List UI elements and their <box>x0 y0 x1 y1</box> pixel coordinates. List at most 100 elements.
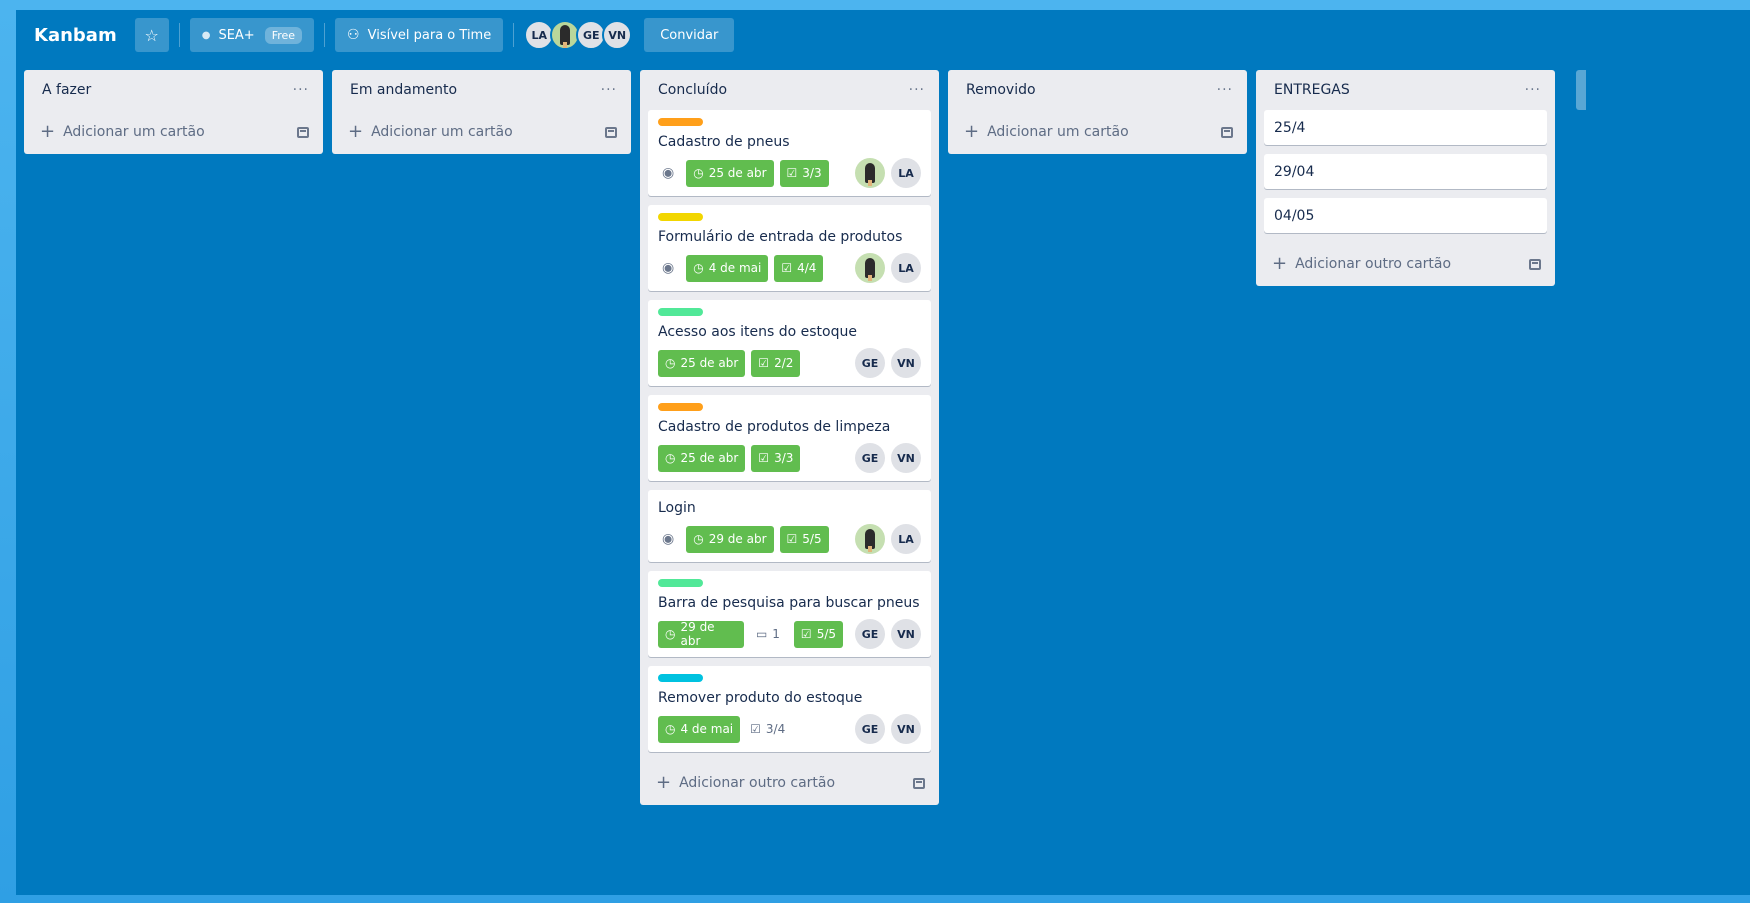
list-header: Concluído ··· <box>640 70 939 110</box>
card-label-yellow[interactable] <box>658 213 703 221</box>
due-date-text: 29 de abr <box>680 620 715 648</box>
list-cards: 25/4 29/04 04/05 <box>1256 110 1555 233</box>
list-concluido: Concluído ··· Cadastro de pneus ◉ ◷ 25 de a… <box>640 70 939 805</box>
add-card-label: Adicionar outro cartão <box>679 775 836 791</box>
star-icon: ☆ <box>144 25 159 45</box>
board-title[interactable]: Kanbam <box>34 25 117 46</box>
card-title: Login <box>658 500 696 516</box>
due-date-text: 4 de mai <box>680 722 734 736</box>
visibility-button[interactable]: ⚇ Visível para o Time <box>335 18 504 52</box>
card[interactable]: Cadastro de produtos de limpeza ◷ 25 de ab… <box>648 395 931 481</box>
add-card-button[interactable]: + Adicionar um cartão <box>24 110 323 154</box>
avatar-image <box>865 529 875 552</box>
checklist-count: 3/4 <box>765 722 786 736</box>
invite-button[interactable]: Convidar <box>644 18 735 52</box>
comment-badge: ▭ 1 <box>756 627 780 641</box>
window-frame: Kanbam ☆ ● SEA+ Free ⚇ Visível para o Ti… <box>0 0 1750 903</box>
list-title[interactable]: ENTREGAS <box>1274 82 1350 98</box>
member-avatar[interactable]: VN <box>602 20 633 50</box>
clock-icon: ◷ <box>693 166 704 180</box>
add-card-label: Adicionar um cartão <box>63 124 205 140</box>
list-menu-icon[interactable]: ··· <box>601 82 617 98</box>
card-template-icon[interactable] <box>1529 258 1541 270</box>
add-card-button[interactable]: + Adicionar um cartão <box>332 110 631 154</box>
card-members: GE VN <box>849 348 921 378</box>
member-avatar-photo[interactable] <box>855 524 885 554</box>
add-card-button[interactable]: + Adicionar outro cartão <box>1256 242 1555 286</box>
checklist-icon: ☑ <box>758 356 770 370</box>
card[interactable]: Remover produto do estoque ◷ 4 de mai ☑ 3/4 G… <box>648 666 931 752</box>
card[interactable]: 25/4 <box>1264 110 1547 145</box>
workspace-button[interactable]: ● SEA+ Free <box>189 18 315 52</box>
workspace-icon: ● <box>201 29 211 41</box>
member-avatar[interactable]: VN <box>891 714 921 744</box>
clock-icon: ◷ <box>665 627 676 641</box>
add-card-button[interactable]: + Adicionar outro cartão <box>640 761 939 805</box>
add-card-button[interactable]: + Adicionar um cartão <box>948 110 1247 154</box>
card-template-icon[interactable] <box>297 126 309 138</box>
clock-icon: ◷ <box>693 532 704 546</box>
member-avatar[interactable]: VN <box>891 443 921 473</box>
team-icon: ⚇ <box>347 27 360 43</box>
member-avatar-photo[interactable] <box>855 253 885 283</box>
card[interactable]: Formulário de entrada de produtos ◉ ◷ 4 de … <box>648 205 931 291</box>
card-title: Remover produto do estoque <box>658 690 863 706</box>
card-label-orange[interactable] <box>658 118 703 126</box>
list-menu-icon[interactable]: ··· <box>293 82 309 98</box>
workspace-plan-badge: Free <box>264 26 303 44</box>
card-label-orange[interactable] <box>658 403 703 411</box>
member-avatar[interactable]: GE <box>855 443 885 473</box>
member-avatar[interactable]: LA <box>891 524 921 554</box>
card[interactable]: Barra de pesquisa para buscar pneus ◷ 29 d… <box>648 571 931 657</box>
card-template-icon[interactable] <box>605 126 617 138</box>
list-title[interactable]: A fazer <box>42 82 91 98</box>
card[interactable]: 29/04 <box>1264 154 1547 189</box>
checklist-count: 4/4 <box>797 261 817 275</box>
member-avatar[interactable]: GE <box>855 714 885 744</box>
checklist-icon: ☑ <box>800 627 812 641</box>
due-date-badge[interactable]: ◷ 25 de abr <box>686 159 774 187</box>
card-members: GE VN <box>849 443 921 473</box>
member-avatar-photo[interactable] <box>855 158 885 188</box>
member-avatar[interactable]: LA <box>891 158 921 188</box>
card-label-green[interactable] <box>658 579 703 587</box>
member-avatar[interactable]: GE <box>855 348 885 378</box>
due-date-text: 4 de mai <box>708 261 762 275</box>
card-template-icon[interactable] <box>1221 126 1233 138</box>
card-members: GE VN <box>849 619 921 649</box>
due-date-badge[interactable]: ◷ 25 de abr <box>658 444 746 472</box>
list-menu-icon[interactable]: ··· <box>1525 82 1541 98</box>
list-title[interactable]: Concluído <box>658 82 727 98</box>
list-title[interactable]: Removido <box>966 82 1036 98</box>
card-label-green[interactable] <box>658 308 703 316</box>
card-template-icon[interactable] <box>913 777 925 789</box>
add-card-label: Adicionar um cartão <box>371 124 513 140</box>
list-a-fazer: A fazer ··· + Adicionar um cartão <box>24 70 323 154</box>
member-avatar[interactable]: VN <box>891 348 921 378</box>
checklist-icon: ☑ <box>750 722 761 736</box>
card-members: LA <box>849 524 921 554</box>
list-entregas: ENTREGAS ··· 25/4 29/04 04/05 + Adiciona… <box>1256 70 1555 286</box>
due-date-badge[interactable]: ◷ 4 de mai <box>686 254 769 282</box>
due-date-badge[interactable]: ◷ 29 de abr <box>658 620 744 648</box>
plus-icon: + <box>348 121 364 142</box>
due-date-badge[interactable]: ◷ 29 de abr <box>686 525 774 553</box>
card-badges-row: ◷ 25 de abr ☑ 3/3 GE VN <box>658 443 921 473</box>
list-em-andamento: Em andamento ··· + Adicionar um cartão <box>332 70 631 154</box>
card[interactable]: Acesso aos itens do estoque ◷ 25 de abr ☑ 2/… <box>648 300 931 386</box>
list-title[interactable]: Em andamento <box>350 82 457 98</box>
card-label-sky[interactable] <box>658 674 703 682</box>
due-date-badge[interactable]: ◷ 4 de mai <box>658 715 741 743</box>
list-menu-icon[interactable]: ··· <box>909 82 925 98</box>
card-badges: ◷ 25 de abr ☑ 3/3 <box>658 444 806 472</box>
card[interactable]: Login ◉ ◷ 29 de abr ☑ 5/5 LA <box>648 490 931 562</box>
card[interactable]: 04/05 <box>1264 198 1547 233</box>
star-button[interactable]: ☆ <box>134 18 169 52</box>
member-avatar[interactable]: GE <box>855 619 885 649</box>
member-avatar[interactable]: LA <box>891 253 921 283</box>
list-menu-icon[interactable]: ··· <box>1217 82 1233 98</box>
due-date-badge[interactable]: ◷ 25 de abr <box>658 349 746 377</box>
member-avatar[interactable]: VN <box>891 619 921 649</box>
add-list-edge[interactable] <box>1576 70 1586 110</box>
card[interactable]: Cadastro de pneus ◉ ◷ 25 de abr ☑ 3/3 LA <box>648 110 931 196</box>
